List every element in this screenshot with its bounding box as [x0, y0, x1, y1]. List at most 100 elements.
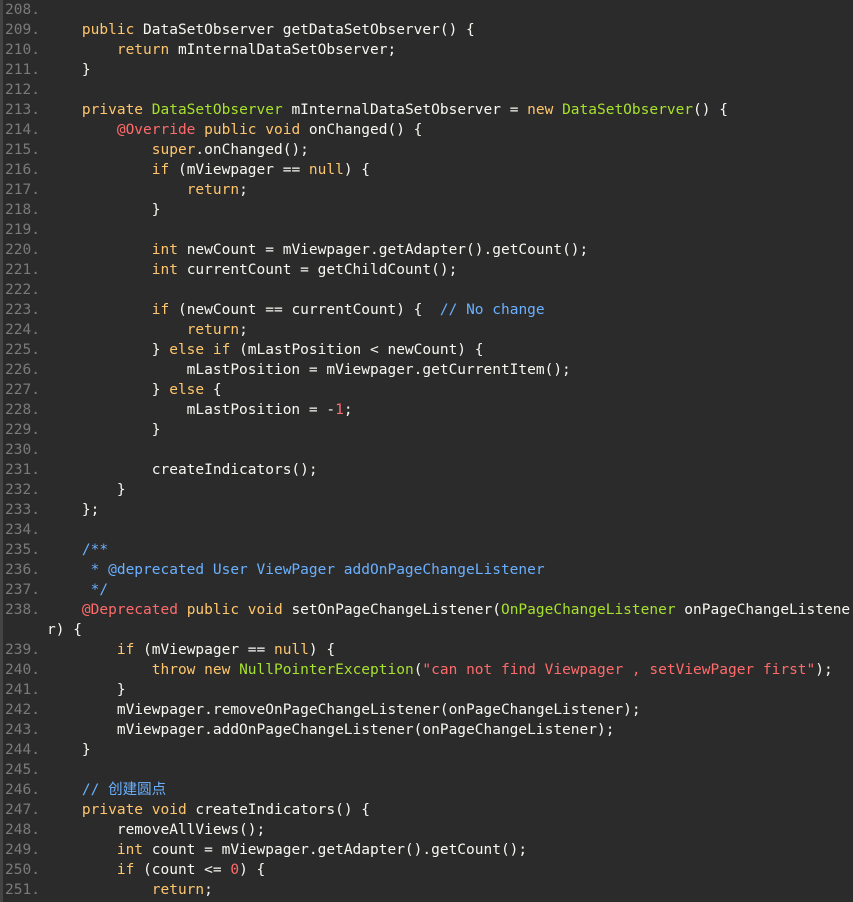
- code-token: mViewpager.removeOnPageChangeListener(on…: [47, 702, 641, 718]
- code-token: createIndicators();: [47, 462, 318, 478]
- code-editor[interactable]: 208. 209. public DataSetObserver getDataS…: [0, 0, 853, 902]
- code-token: /**: [47, 542, 109, 558]
- line-number: 220.: [5, 242, 40, 258]
- line-number: 232.: [5, 482, 40, 498]
- code-token: ) {: [308, 642, 336, 658]
- code-line[interactable]: 218. }: [3, 200, 853, 220]
- code-line[interactable]: 224. return;: [3, 320, 853, 340]
- code-line[interactable]: 210. return mInternalDataSetObserver;: [3, 40, 853, 60]
- line-number: 241.: [5, 682, 40, 698]
- code-line[interactable]: 245.: [3, 760, 853, 780]
- code-line[interactable]: 246. // 创建圆点: [3, 780, 853, 800]
- code-line[interactable]: 236. * @deprecated User ViewPager addOnP…: [3, 560, 853, 580]
- line-number: 214.: [5, 122, 40, 138]
- code-text: }: [47, 480, 126, 500]
- code-token: DataSetObserver: [562, 102, 694, 118]
- code-line[interactable]: 241. }: [3, 680, 853, 700]
- code-text: };: [47, 500, 99, 520]
- line-number: 209.: [5, 22, 40, 38]
- code-line[interactable]: 240. throw new NullPointerException("can…: [3, 660, 853, 680]
- code-token: }: [47, 342, 170, 358]
- code-line[interactable]: 233. };: [3, 500, 853, 520]
- code-line[interactable]: 222.: [3, 280, 853, 300]
- code-text: int count = mViewpager.getAdapter().getC…: [47, 840, 527, 860]
- code-token: }: [47, 382, 170, 398]
- code-token: .onChanged();: [195, 142, 309, 158]
- code-line[interactable]: 248. removeAllViews();: [3, 820, 853, 840]
- code-token: newCount = mViewpager.getAdapter().getCo…: [186, 242, 589, 258]
- code-line[interactable]: 239. if (mViewpager == null) {: [3, 640, 853, 660]
- line-number: 210.: [5, 42, 40, 58]
- code-line[interactable]: 231. createIndicators();: [3, 460, 853, 480]
- code-line[interactable]: 235. /**: [3, 540, 853, 560]
- line-number: 249.: [5, 842, 40, 858]
- code-line[interactable]: 234.: [3, 520, 853, 540]
- code-token: (newCount == currentCount) {: [177, 302, 440, 318]
- line-number: 251.: [5, 882, 40, 898]
- code-line[interactable]: 228. mLastPosition = -1;: [3, 400, 853, 420]
- code-token: if: [151, 162, 178, 178]
- code-line[interactable]: 217. return;: [3, 180, 853, 200]
- code-token: onChanged() {: [308, 122, 423, 138]
- code-line[interactable]: 223. if (newCount == currentCount) { // …: [3, 300, 853, 320]
- code-line[interactable]: 242. mViewpager.removeOnPageChangeListen…: [3, 700, 853, 720]
- code-line[interactable]: 250. if (count <= 0) {: [3, 860, 853, 880]
- code-line[interactable]: 221. int currentCount = getChildCount();: [3, 260, 853, 280]
- code-token: "can not find Viewpager , setViewPager f…: [422, 662, 816, 678]
- line-number: 237.: [5, 582, 40, 598]
- line-number: 222.: [5, 282, 40, 298]
- code-line[interactable]: 220. int newCount = mViewpager.getAdapte…: [3, 240, 853, 260]
- code-token: };: [47, 502, 100, 518]
- code-token: DataSetObserver: [151, 102, 292, 118]
- code-line[interactable]: 226. mLastPosition = mViewpager.getCurre…: [3, 360, 853, 380]
- code-text: private void createIndicators() {: [47, 800, 370, 820]
- code-line[interactable]: 247. private void createIndicators() {: [3, 800, 853, 820]
- code-line[interactable]: 232. }: [3, 480, 853, 500]
- line-number: 224.: [5, 322, 40, 338]
- code-token: int: [151, 262, 187, 278]
- code-token: );: [815, 662, 833, 678]
- code-line[interactable]: 214. @Override public void onChanged() {: [3, 120, 853, 140]
- code-line[interactable]: 229. }: [3, 420, 853, 440]
- code-text: @Override public void onChanged() {: [47, 120, 423, 140]
- code-line[interactable]: 208.: [3, 0, 853, 20]
- code-text: } else {: [47, 380, 222, 400]
- code-line[interactable]: 243. mViewpager.addOnPageChangeListener(…: [3, 720, 853, 740]
- code-line[interactable]: 227. } else {: [3, 380, 853, 400]
- code-token: ) {: [343, 162, 371, 178]
- code-token: }: [47, 682, 126, 698]
- code-line[interactable]: 237. */: [3, 580, 853, 600]
- code-token: public void: [204, 122, 309, 138]
- code-line[interactable]: 216. if (mViewpager == null) {: [3, 160, 853, 180]
- line-number: 248.: [5, 822, 40, 838]
- code-line[interactable]: 219.: [3, 220, 853, 240]
- code-line[interactable]: 211. }: [3, 60, 853, 80]
- code-line[interactable]: 225. } else if (mLastPosition < newCount…: [3, 340, 853, 360]
- code-text: mViewpager.removeOnPageChangeListener(on…: [47, 700, 641, 720]
- code-line[interactable]: 209. public DataSetObserver getDataSetOb…: [3, 20, 853, 40]
- code-line[interactable]: 215. super.onChanged();: [3, 140, 853, 160]
- code-line[interactable]: 251. return;: [3, 880, 853, 900]
- code-token: ;: [343, 402, 353, 418]
- code-text: throw new NullPointerException("can not …: [47, 660, 833, 680]
- code-token: mViewpager.addOnPageChangeListener(onPag…: [47, 722, 615, 738]
- code-token: null: [308, 162, 344, 178]
- code-line[interactable]: 244. }: [3, 740, 853, 760]
- code-line[interactable]: 212.: [3, 80, 853, 100]
- code-text: }: [47, 60, 91, 80]
- code-line[interactable]: r) {: [3, 620, 853, 640]
- code-token: (count <=: [143, 862, 231, 878]
- code-line[interactable]: 213. private DataSetObserver mInternalDa…: [3, 100, 853, 120]
- code-text: }: [47, 200, 161, 220]
- code-line[interactable]: 230.: [3, 440, 853, 460]
- code-line[interactable]: 238. @Deprecated public void setOnPageCh…: [3, 600, 853, 620]
- code-text: mLastPosition = mViewpager.getCurrentIte…: [47, 360, 571, 380]
- code-line[interactable]: 249. int count = mViewpager.getAdapter()…: [3, 840, 853, 860]
